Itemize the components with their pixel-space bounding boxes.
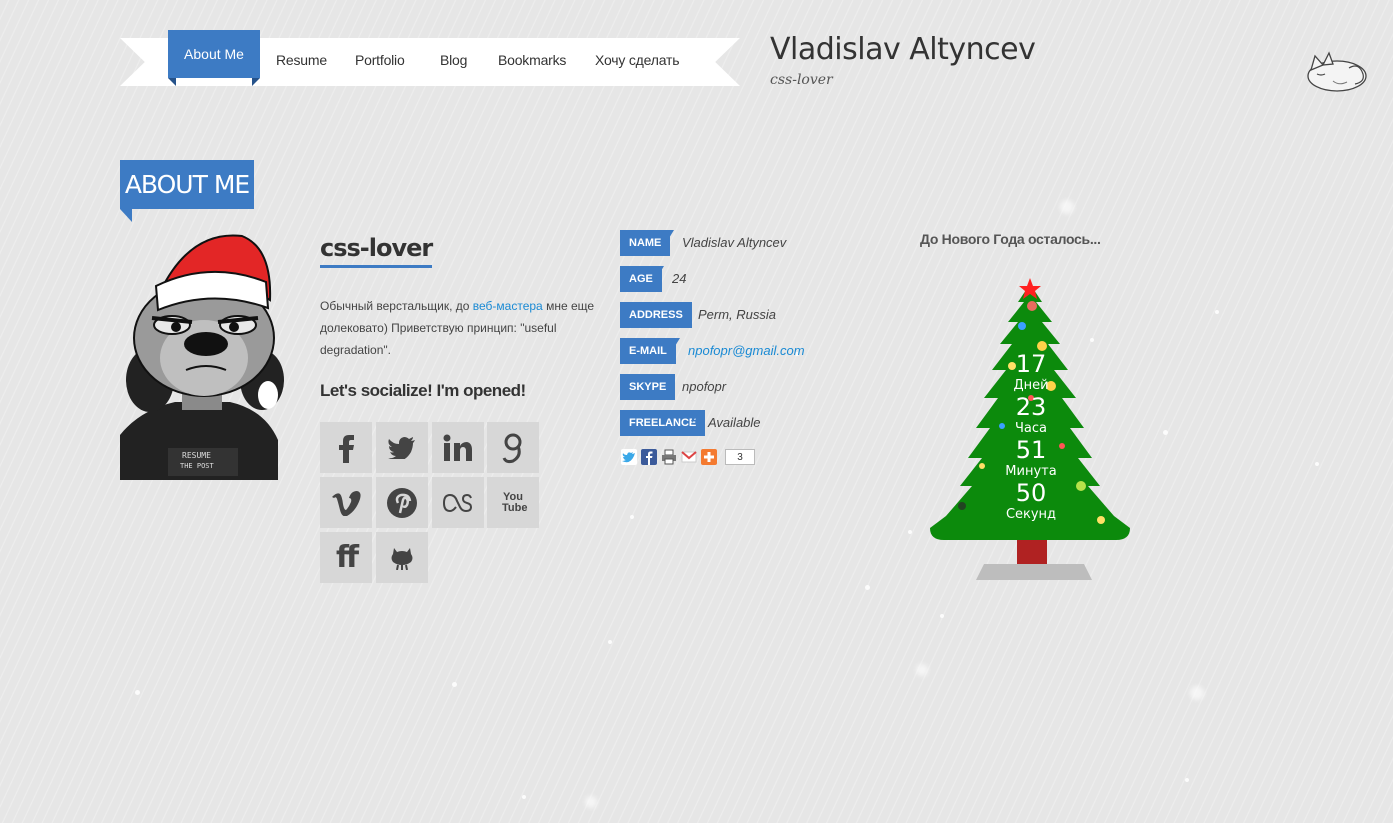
info-label-name: NAME bbox=[620, 230, 671, 256]
info-tip bbox=[666, 374, 674, 400]
info-label-email: E-MAIL bbox=[620, 338, 676, 364]
github-icon bbox=[391, 547, 413, 570]
google-icon bbox=[502, 433, 522, 463]
nav-item-bookmarks[interactable]: Bookmarks bbox=[498, 52, 566, 68]
info-tip bbox=[672, 338, 680, 364]
pinterest-icon bbox=[387, 487, 417, 518]
facebook-icon bbox=[339, 434, 354, 463]
share-facebook-icon[interactable] bbox=[641, 449, 657, 465]
info-tip bbox=[692, 410, 700, 436]
page-title-fold bbox=[120, 209, 132, 222]
countdown-days-label: Дней bbox=[1013, 378, 1049, 393]
christmas-tree: 17 Дней 23 Часа 51 Минута 50 Секунд bbox=[920, 272, 1140, 587]
site-name: Vladislav Altyncev bbox=[770, 32, 1036, 67]
countdown-hours-label: Часа bbox=[1015, 421, 1047, 436]
countdown-seconds-label: Секунд bbox=[1005, 507, 1057, 522]
youtube-icon: You Tube bbox=[502, 490, 528, 514]
lastfm-icon bbox=[443, 493, 473, 512]
twitter-icon bbox=[388, 436, 415, 459]
share-bar: 3 bbox=[621, 449, 755, 465]
friendfeed-icon: ff bbox=[335, 540, 359, 575]
nav-item-wishlist[interactable]: Хочу сделать bbox=[595, 52, 679, 68]
countdown-minutes-label: Минута bbox=[1005, 464, 1057, 479]
nav-fold-right bbox=[252, 78, 260, 86]
avatar: RESUME THE POST bbox=[120, 230, 285, 485]
vimeo-button[interactable] bbox=[320, 477, 372, 528]
twitter-button[interactable] bbox=[376, 422, 428, 473]
info-value-address: Perm, Russia bbox=[698, 307, 777, 322]
pinterest-button[interactable] bbox=[376, 477, 428, 528]
page-title: ABOUT ME bbox=[120, 160, 254, 209]
bio-text: Обычный верстальщик, до веб-мастера мне … bbox=[320, 295, 600, 361]
countdown-title: До Нового Года осталось... bbox=[920, 231, 1101, 247]
svg-text:RESUME: RESUME bbox=[182, 451, 211, 460]
facebook-button[interactable] bbox=[320, 422, 372, 473]
linkedin-button[interactable] bbox=[432, 422, 484, 473]
nav-item-resume[interactable]: Resume bbox=[276, 52, 327, 68]
sleeping-cat-icon[interactable] bbox=[1303, 48, 1369, 99]
info-tip bbox=[666, 230, 674, 256]
info-value-name: Vladislav Altyncev bbox=[682, 235, 787, 250]
bio-text-start: Обычный верстальщик, до bbox=[320, 299, 473, 313]
youtube-button[interactable]: You Tube bbox=[487, 477, 539, 528]
countdown-minutes: 51 bbox=[1015, 436, 1047, 464]
bio-title: css-lover bbox=[320, 234, 433, 268]
info-tip bbox=[682, 302, 690, 328]
share-gmail-icon[interactable] bbox=[681, 449, 697, 465]
github-button[interactable] bbox=[376, 532, 428, 583]
countdown-hours: 23 bbox=[1015, 393, 1047, 421]
social-title: Let's socialize! I'm opened! bbox=[320, 381, 526, 400]
share-count: 3 bbox=[725, 449, 755, 465]
vimeo-icon bbox=[332, 490, 361, 516]
countdown-days: 17 bbox=[1015, 350, 1047, 378]
share-twitter-icon[interactable] bbox=[621, 449, 637, 465]
countdown-seconds: 50 bbox=[1015, 479, 1047, 507]
bio-link-webmaster[interactable]: веб-мастера bbox=[473, 299, 543, 313]
share-plus-icon[interactable] bbox=[701, 449, 717, 465]
info-value-email-link[interactable]: npofopr@gmail.com bbox=[688, 343, 805, 358]
site-tagline: css-lover bbox=[770, 72, 833, 88]
nav-fold-left bbox=[168, 78, 176, 86]
google-button[interactable] bbox=[487, 422, 539, 473]
linkedin-icon bbox=[443, 434, 472, 461]
share-print-icon[interactable] bbox=[661, 449, 677, 465]
info-value-freelance: Available bbox=[708, 415, 761, 430]
info-value-skype: npofopr bbox=[682, 379, 727, 394]
info-value-age: 24 bbox=[672, 271, 687, 286]
svg-text:THE POST: THE POST bbox=[180, 462, 215, 470]
nav-item-about-me[interactable]: About Me bbox=[168, 30, 260, 78]
friendfeed-button[interactable]: ff bbox=[320, 532, 372, 583]
nav-item-portfolio[interactable]: Portfolio bbox=[355, 52, 405, 68]
nav-item-blog[interactable]: Blog bbox=[440, 52, 467, 68]
info-tip bbox=[656, 266, 664, 292]
lastfm-button[interactable] bbox=[432, 477, 484, 528]
